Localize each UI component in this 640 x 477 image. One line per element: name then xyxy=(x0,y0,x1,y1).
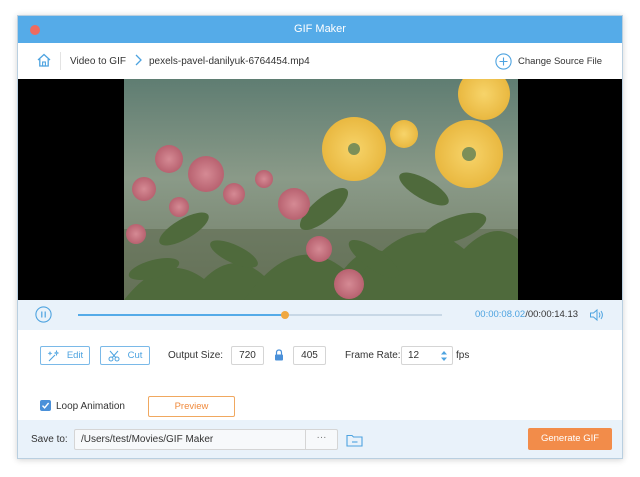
magic-wand-icon xyxy=(47,349,59,361)
breadcrumb-file: pexels-pavel-danilyuk-6764454.mp4 xyxy=(149,56,310,67)
browse-button[interactable]: ··· xyxy=(305,430,337,449)
preview-button[interactable]: Preview xyxy=(148,396,235,417)
lock-icon[interactable] xyxy=(274,349,284,361)
volume-icon[interactable] xyxy=(589,308,605,322)
cut-label: Cut xyxy=(127,350,143,361)
frame-rate-label: Frame Rate: xyxy=(345,350,401,361)
folder-icon[interactable] xyxy=(346,433,363,447)
total-time: 00:00:14.13 xyxy=(527,309,579,320)
current-time: 00:00:08.02 xyxy=(475,309,526,320)
save-bar: Save to: /Users/test/Movies/GIF Maker ··… xyxy=(18,420,622,458)
scissors-icon xyxy=(108,350,120,361)
fps-unit: fps xyxy=(456,350,470,361)
breadcrumb-section[interactable]: Video to GIF xyxy=(70,56,126,67)
save-path-field[interactable]: /Users/test/Movies/GIF Maker ··· xyxy=(74,429,338,450)
output-height-input[interactable]: 405 xyxy=(293,346,326,365)
generate-gif-button[interactable]: Generate GIF xyxy=(528,428,612,450)
video-preview[interactable] xyxy=(18,79,622,300)
video-frame xyxy=(124,79,518,300)
frame-rate-stepper[interactable]: 12 xyxy=(401,346,453,365)
frame-rate-value: 12 xyxy=(408,350,420,361)
window-title: GIF Maker xyxy=(294,23,346,35)
stepper-arrows-icon[interactable] xyxy=(440,349,448,363)
nav-divider xyxy=(60,52,61,70)
edit-button[interactable]: Edit xyxy=(40,346,90,365)
save-to-label: Save to: xyxy=(31,434,68,445)
loop-animation-checkbox[interactable] xyxy=(40,400,51,411)
progress-slider[interactable] xyxy=(78,311,442,319)
output-width-input[interactable]: 720 xyxy=(231,346,264,365)
progress-thumb[interactable] xyxy=(280,311,289,319)
change-source-button[interactable]: Change Source File xyxy=(495,52,602,70)
output-size-label: Output Size: xyxy=(168,350,224,361)
progress-fill xyxy=(78,314,285,316)
save-path-value: /Users/test/Movies/GIF Maker xyxy=(81,434,214,445)
playback-controls: 00:00:08.02/00:00:14.13 xyxy=(18,300,622,330)
home-icon[interactable] xyxy=(36,52,52,68)
pause-icon[interactable] xyxy=(35,306,52,323)
plus-circle-icon xyxy=(495,52,512,70)
gif-maker-window: GIF Maker Video to GIF pexels-pavel-dani… xyxy=(17,15,623,459)
edit-label: Edit xyxy=(66,350,84,361)
title-bar: GIF Maker xyxy=(18,16,622,43)
checkmark-icon xyxy=(41,402,50,409)
change-source-label: Change Source File xyxy=(518,55,602,67)
cut-button[interactable]: Cut xyxy=(100,346,150,365)
loop-animation-label[interactable]: Loop Animation xyxy=(56,401,125,412)
chevron-right-icon xyxy=(135,54,142,66)
gif-settings: Edit Cut Output Size: 720 405 Frame Rate… xyxy=(18,330,622,420)
time-display: 00:00:08.02/00:00:14.13 xyxy=(475,309,578,320)
breadcrumb: Video to GIF pexels-pavel-danilyuk-67644… xyxy=(18,43,622,79)
